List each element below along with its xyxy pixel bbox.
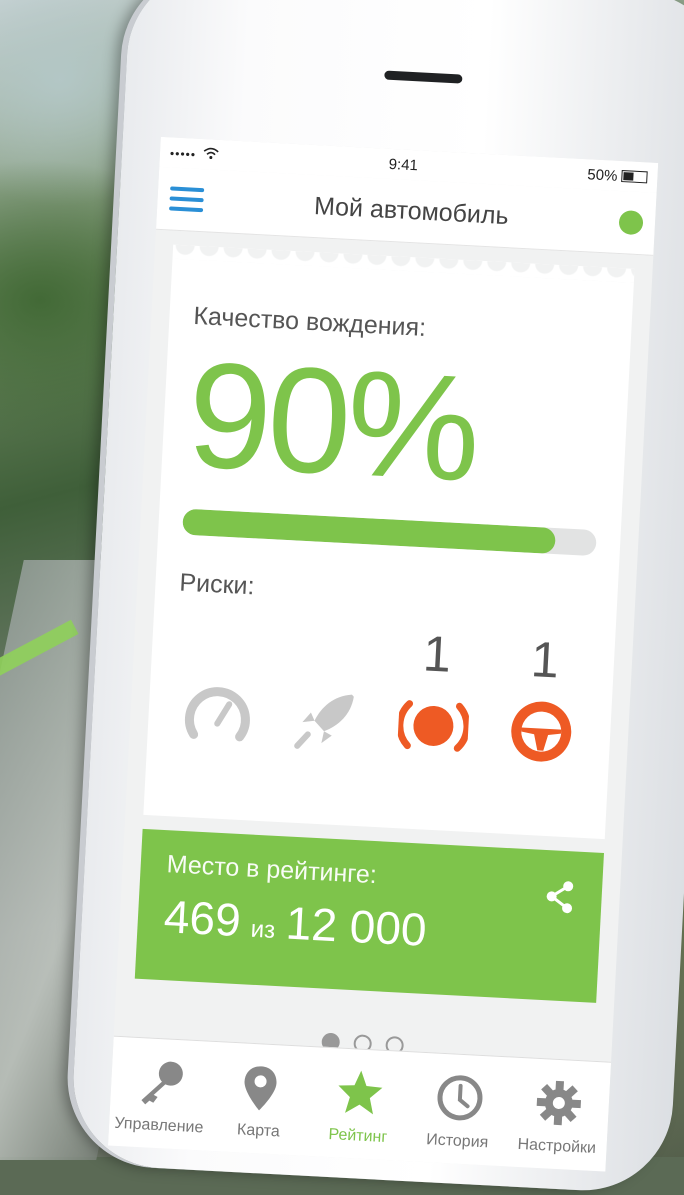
risk-acceleration[interactable] [279,617,376,758]
app-screen: ••••• 9:41 50% Мой автомобиль Качество в… [108,136,659,1172]
risk-steering[interactable]: 1 [494,628,591,769]
steering-wheel-icon [511,701,572,762]
quality-progress-bar [182,508,597,557]
signal-group: ••••• [170,144,220,164]
tab-history[interactable]: История [410,1071,506,1172]
risk-count [328,619,331,677]
tab-settings[interactable]: Настройки [510,1076,606,1172]
quality-value: 90% [184,329,481,513]
quality-progress-fill [182,508,556,555]
rating-of: из [250,915,276,944]
wifi-icon [203,147,220,163]
battery-percent: 50% [587,165,618,185]
tab-control[interactable]: Управление [112,1055,208,1170]
share-icon[interactable] [543,878,577,916]
tab-label: Рейтинг [328,1126,388,1147]
brake-icon [396,700,471,752]
rating-place: 469 [162,890,243,947]
risks-row: 1 1 [171,611,592,768]
risk-count [220,614,223,672]
tab-rating[interactable]: Рейтинг [311,1065,407,1171]
risk-count: 1 [421,625,453,683]
map-pin-icon [244,1066,277,1111]
tab-label: Управление [114,1114,204,1137]
status-time: 9:41 [388,155,419,174]
speedometer-icon [185,687,250,742]
tab-label: История [425,1131,489,1152]
battery-indicator: 50% [587,166,648,186]
battery-icon [621,170,648,184]
driving-quality-card[interactable]: Качество вождения: 90% Риски: 1 1 [143,244,635,840]
rocket-icon [294,694,354,749]
rating-value: 469 из 12 000 [163,889,575,964]
tab-label: Карта [236,1121,281,1141]
main-content: Качество вождения: 90% Риски: 1 1 Место … [114,230,654,1066]
clock-icon [437,1075,483,1121]
gear-icon [536,1080,582,1126]
rating-banner[interactable]: Место в рейтинге: 469 из 12 000 [134,828,604,1003]
risk-braking[interactable]: 1 [387,623,484,764]
risk-count: 1 [529,631,561,689]
menu-icon[interactable] [169,186,205,213]
signal-icon: ••••• [169,145,197,162]
page-title: Мой автомобиль [313,191,510,230]
connection-status-dot[interactable] [618,209,644,236]
key-icon [141,1061,183,1105]
star-icon [338,1070,383,1115]
phone-frame: ••••• 9:41 50% Мой автомобиль Качество в… [69,0,684,1195]
earpiece-speaker [384,70,463,84]
risks-label: Риски: [178,568,256,601]
tab-map[interactable]: Карта [211,1060,307,1171]
risk-speeding[interactable] [171,611,268,752]
rating-total: 12 000 [284,896,428,956]
tab-label: Настройки [517,1135,597,1158]
